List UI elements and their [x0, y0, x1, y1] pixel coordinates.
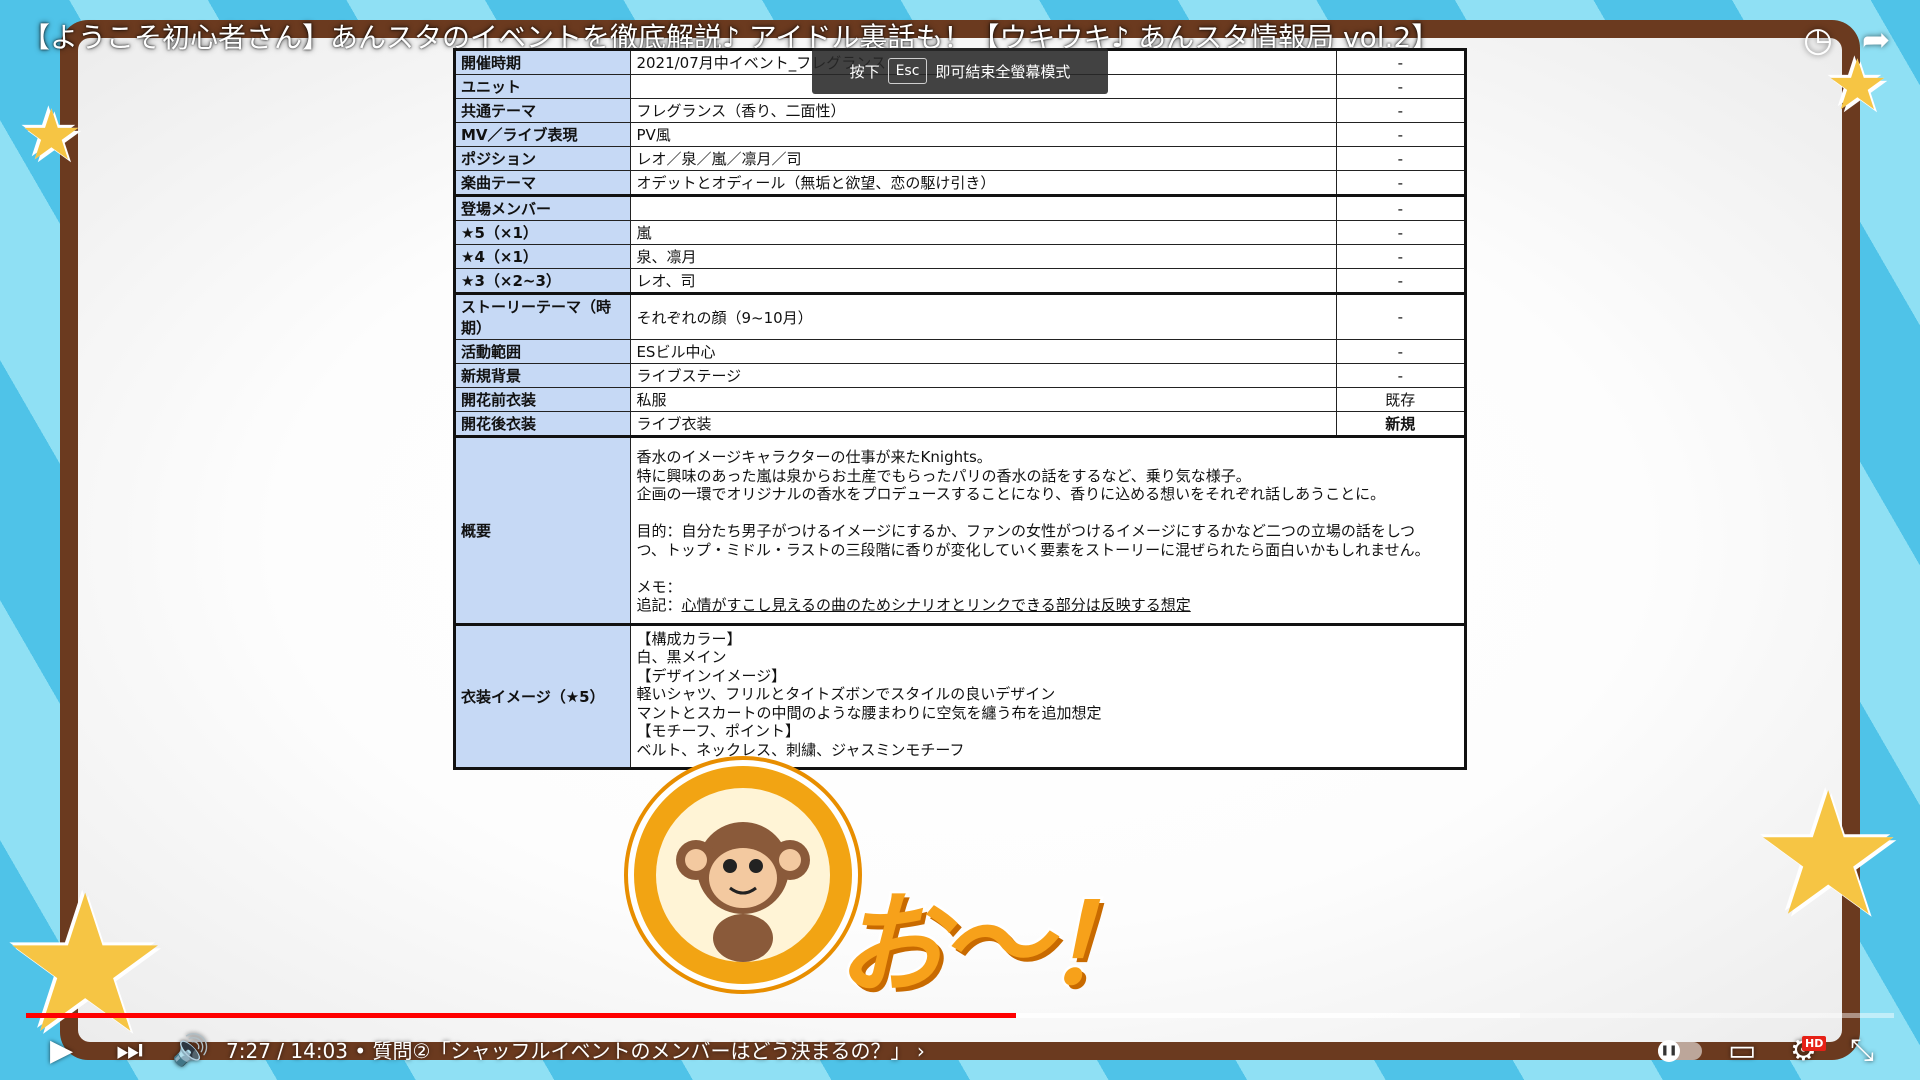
row-value: レオ、司: [630, 268, 1337, 294]
table-row: ストーリーテーマ（時期） それぞれの顔（9~10月） -: [453, 292, 1467, 340]
row-label: ★3（×2~3）: [453, 268, 632, 294]
hd-badge: HD: [1802, 1036, 1827, 1051]
star-decoration-icon: ★: [20, 94, 83, 176]
row-value: それぞれの顔（9~10月）: [630, 292, 1337, 340]
time-and-chapter[interactable]: 7:27 / 14:03 • 質問②「シャッフルイベントのメンバーはどう決まるの…: [226, 1034, 925, 1068]
next-icon[interactable]: ⏭: [116, 1034, 143, 1068]
row-value: [630, 194, 1337, 221]
row-label: 開催時期: [453, 49, 632, 75]
progress-buffered: [1016, 1013, 1521, 1018]
row-label: 開花後衣装: [453, 411, 632, 437]
star-decoration-icon: ★: [0, 854, 171, 1075]
row-label: ポジション: [453, 146, 632, 171]
summary-note-prefix: 追記：: [636, 596, 682, 614]
row-label: ★4（×1）: [453, 244, 632, 269]
table-row: 登場メンバー -: [453, 194, 1467, 221]
row-value: 嵐: [630, 220, 1337, 245]
table-row: ★5（×1）嵐 -: [453, 220, 1467, 245]
row-extra: -: [1335, 244, 1467, 269]
row-extra: -: [1335, 363, 1467, 388]
row-value: レオ／泉／嵐／凛月／司: [630, 146, 1337, 171]
monkey-mascot-icon: [628, 760, 858, 990]
row-extra: 既存: [1335, 387, 1467, 412]
share-icon[interactable]: ➦: [1856, 20, 1896, 60]
row-extra: -: [1335, 98, 1467, 123]
table-row: MV／ライブ表現 PV風 -: [453, 122, 1467, 147]
row-label: MV／ライブ表現: [453, 122, 632, 147]
pause-icon: ❚❚: [1658, 1040, 1680, 1062]
row-extra: -: [1335, 268, 1467, 294]
row-extra: -: [1335, 292, 1467, 340]
row-extra: -: [1335, 122, 1467, 147]
summary-note: 心情がすこし見えるの曲のためシナリオとリンクできる部分は反映する想定: [681, 596, 1191, 614]
row-extra: 新規: [1335, 411, 1467, 437]
table-row: 活動範囲 ESビル中心 -: [453, 339, 1467, 364]
row-extra: -: [1335, 74, 1467, 99]
star-decoration-icon: ★: [1826, 44, 1889, 126]
row-value: ESビル中心: [630, 339, 1337, 364]
volume-icon[interactable]: 🔊: [172, 1034, 209, 1068]
toast-prefix: 按下: [849, 62, 880, 81]
play-icon[interactable]: ▶: [50, 1034, 73, 1068]
costume-text: 【構成カラー】 白、黒メイン 【デザインイメージ】 軽いシャツ、フリルとタイトズ…: [630, 622, 1466, 769]
row-extra: -: [1335, 49, 1467, 75]
table-row: ポジション レオ／泉／嵐／凛月／司 -: [453, 146, 1467, 171]
row-value: 私服: [630, 387, 1337, 412]
row-label: ユニット: [453, 74, 632, 99]
time-display: 7:27 / 14:03 • 質問②「シャッフルイベントのメンバーはどう決まるの…: [226, 1039, 911, 1063]
fullscreen-exit-toast: 按下 Esc 即可結束全螢幕模式: [812, 48, 1108, 94]
star-decoration-icon: ★: [1752, 756, 1905, 954]
row-value: ライブステージ: [630, 363, 1337, 388]
row-value: 泉、凛月: [630, 244, 1337, 269]
event-spec-table: 開催時期 2021/07月中イベント_フレグランス - ユニット - 共通テーマ フレグラン…: [453, 48, 1467, 770]
table-row: 新規背景 ライブステージ -: [453, 363, 1467, 388]
summary-row: 概要 香水のイメージキャラクターの仕事が来たKnights。 特に興味のあった嵐は…: [453, 435, 1466, 625]
row-label: ストーリーテーマ（時期）: [453, 292, 632, 340]
table-row: ★3（×2~3） レオ、司 -: [453, 268, 1467, 294]
row-value: ライブ衣装: [630, 411, 1337, 437]
row-extra: -: [1335, 194, 1467, 221]
toast-suffix: 即可結束全螢幕模式: [935, 62, 1071, 81]
exclamation-overlay: お～！: [834, 879, 1157, 1012]
row-extra: -: [1335, 339, 1467, 364]
row-label: 新規背景: [453, 363, 632, 388]
table-row: 共通テーマ フレグランス（香り、二面性） -: [453, 98, 1467, 123]
table-row: ★4（×1） 泉、凛月 -: [453, 244, 1467, 269]
summary-cell: 香水のイメージキャラクターの仕事が来たKnights。 特に興味のあった嵐は泉か…: [630, 435, 1466, 625]
chapter-chevron-icon[interactable]: ›: [917, 1039, 925, 1063]
row-extra: -: [1335, 170, 1467, 196]
autoplay-toggle[interactable]: ❚❚: [1658, 1040, 1702, 1062]
row-value: フレグランス（香り、二面性）: [630, 98, 1337, 123]
esc-key-badge: Esc: [887, 58, 928, 84]
row-label: 共通テーマ: [453, 98, 632, 123]
costume-row: 衣装イメージ（★5） 【構成カラー】 白、黒メイン 【デザインイメージ】 軽いシャ…: [453, 622, 1466, 769]
row-label: 開花前衣装: [453, 387, 632, 412]
row-extra: -: [1335, 220, 1467, 245]
progress-bar[interactable]: [26, 1013, 1894, 1018]
subtitles-icon[interactable]: ▭: [1728, 1034, 1756, 1068]
table-row: 開花後衣装 ライブ衣装 新規: [453, 411, 1467, 437]
row-extra: -: [1335, 146, 1467, 171]
row-label: ★5（×1）: [453, 220, 632, 245]
table-row: 開花前衣装 私服 既存: [453, 387, 1467, 412]
summary-text: 香水のイメージキャラクターの仕事が来たKnights。 特に興味のあった嵐は泉か…: [636, 448, 1430, 596]
costume-label: 衣装イメージ（★5）: [453, 622, 632, 769]
row-value: オデットとオディール（無垢と欲望、恋の駆け引き）: [630, 170, 1337, 196]
table-row: 楽曲テーマ オデットとオディール（無垢と欲望、恋の駆け引き） -: [453, 170, 1467, 196]
row-label: 登場メンバー: [453, 194, 632, 221]
row-label: 楽曲テーマ: [453, 170, 632, 196]
exit-fullscreen-icon[interactable]: ⤡: [1850, 1034, 1874, 1068]
clock-icon[interactable]: ◷: [1798, 20, 1838, 60]
row-value: PV風: [630, 122, 1337, 147]
summary-label: 概要: [453, 435, 632, 625]
row-label: 活動範囲: [453, 339, 632, 364]
progress-played: [26, 1013, 1017, 1018]
